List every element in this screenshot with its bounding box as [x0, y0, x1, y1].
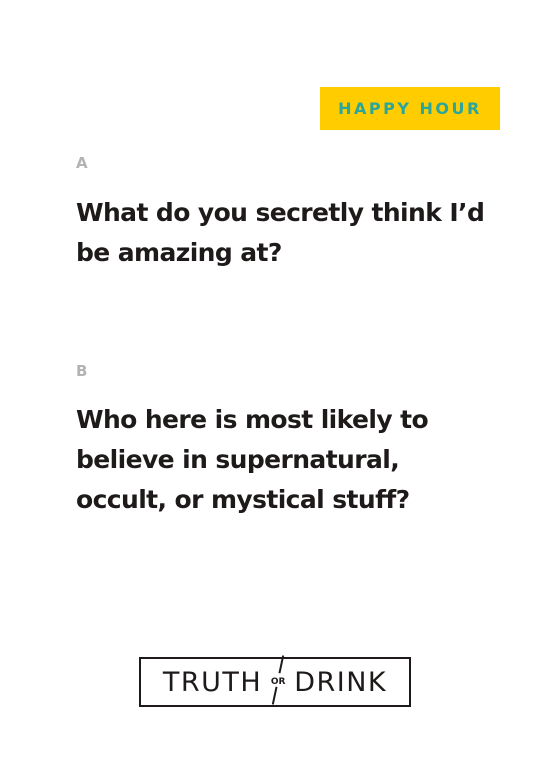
logo-or-connector: OR	[269, 655, 287, 705]
option-a-question: What do you secretly think I’d be amazin…	[76, 198, 485, 267]
option-b-question: Who here is most likely to believe in su…	[76, 405, 429, 514]
logo-or-text: OR	[270, 677, 286, 687]
happy-hour-badge: HAPPY HOUR	[320, 87, 500, 130]
logo-word-truth: TRUTH	[162, 666, 263, 698]
truth-or-drink-logo: TRUTH OR DRINK	[139, 655, 411, 707]
logo-word-drink: DRINK	[294, 666, 388, 698]
option-b-letter: B	[76, 362, 88, 380]
option-a-letter: A	[76, 154, 88, 172]
